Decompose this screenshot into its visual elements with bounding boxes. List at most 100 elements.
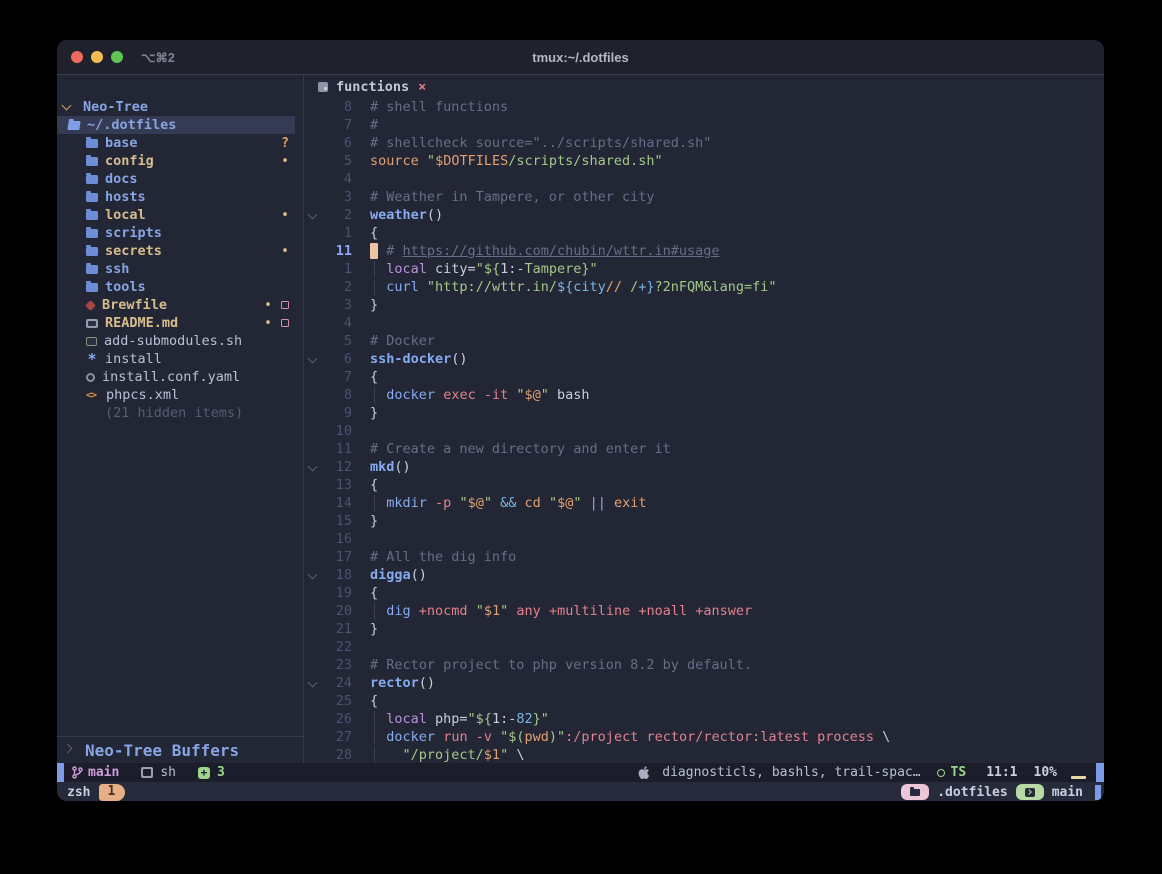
sidebar-item-docs[interactable]: docs [57,170,303,188]
indent-guide [374,495,375,511]
code-line[interactable]: 5source "$DOTFILES/scripts/shared.sh" [304,152,1104,170]
code-token: # All the dig info [370,549,516,565]
fold-column [304,548,320,566]
code-token: dig [386,603,410,619]
tab-functions[interactable]: functions [336,79,409,95]
fold-column [304,152,320,170]
code-line[interactable]: 1{ [304,224,1104,242]
code-line[interactable]: 5# Docker [304,332,1104,350]
sidebar-item-readme-md[interactable]: README.md• [57,314,303,332]
item-badges: • [281,154,289,169]
code-line[interactable]: 14 mkdir -p "$@" && cd "$@" || exit [304,494,1104,512]
fold-column [304,170,320,188]
line-text [370,422,1104,440]
line-number: 10 [320,422,352,440]
code-line[interactable]: 3} [304,296,1104,314]
code-line[interactable]: 19{ [304,584,1104,602]
code-token [492,729,500,745]
code-line[interactable]: 13{ [304,476,1104,494]
code-line[interactable]: 24rector() [304,674,1104,692]
code-line[interactable]: 2 curl "http://wttr.in/${city// /+}?2nFQ… [304,278,1104,296]
terminal-icon [1025,788,1035,797]
line-number: 6 [320,134,352,152]
sidebar-item-brewfile[interactable]: Brewfile• [57,296,303,314]
sidebar-item-add-submodules-sh[interactable]: add-submodules.sh [57,332,303,350]
sidebar-item-phpcs-xml[interactable]: <>phpcs.xml [57,386,303,404]
fold-chevron-icon[interactable] [307,569,317,579]
code-line[interactable]: 10 [304,422,1104,440]
code-token: "/project/ [403,747,484,763]
code-line[interactable]: 28 "/project/$1" \ [304,746,1104,763]
code-line[interactable]: 9} [304,404,1104,422]
fold-column [304,530,320,548]
code-token: mkd [370,459,394,475]
code-line[interactable]: 26 local php="${1:-82}" [304,710,1104,728]
code-line[interactable]: 3# Weather in Tampere, or other city [304,188,1104,206]
code-token: https://github.com/chubin/wttr.in#usage [403,243,720,259]
sidebar-item-secrets[interactable]: secrets• [57,242,303,260]
code-token: $DOTFILES [435,153,508,169]
code-line[interactable]: 7# [304,116,1104,134]
buffer-icon [318,82,328,92]
neo-tree-buffers-section[interactable]: Neo-Tree Buffers [57,736,303,763]
code-token: :/project rector/rector:latest process [565,729,874,745]
fold-chevron-icon[interactable] [307,677,317,687]
statusline: main sh + 3 diagnosticls, bashls, trail-… [57,763,1104,782]
line-number: 15 [320,512,352,530]
close-icon[interactable]: × [418,79,426,95]
neo-tree-header[interactable]: Neo-Tree [57,98,303,116]
sidebar-item-root[interactable]: ~/.dotfiles [57,116,295,134]
code-line[interactable]: 11# Create a new directory and enter it [304,440,1104,458]
code-line[interactable]: 4 [304,170,1104,188]
code-line[interactable]: 1 local city="${1:-Tampere}" [304,260,1104,278]
tmux-window-index[interactable]: 1 [99,784,125,801]
code-line[interactable]: 16 [304,530,1104,548]
code-line[interactable]: 2weather() [304,206,1104,224]
fold-chevron-icon[interactable] [307,209,317,219]
code-line[interactable]: 6ssh-docker() [304,350,1104,368]
code-line[interactable]: 6# shellcheck source="../scripts/shared.… [304,134,1104,152]
code-line[interactable]: 25{ [304,692,1104,710]
sidebar-item-scripts[interactable]: scripts [57,224,303,242]
sidebar-item-install-conf-yaml[interactable]: install.conf.yaml [57,368,303,386]
code-line[interactable]: 8 docker exec -it "$@" bash [304,386,1104,404]
sidebar-item-install[interactable]: *install [57,350,303,368]
code-token: } [370,405,378,421]
code-line[interactable]: 23# Rector project to php version 8.2 by… [304,656,1104,674]
code-line[interactable]: 4 [304,314,1104,332]
sidebar-item-base[interactable]: base? [57,134,303,152]
line-text: dig +nocmd "$1" any +multiline +noall +a… [370,602,1104,620]
sidebar-item-label: phpcs.xml [106,387,179,403]
sidebar-item-tools[interactable]: tools [57,278,303,296]
code-token [541,603,549,619]
fold-column [304,746,320,763]
code-token: -v [476,729,492,745]
git-branch-name: main [88,765,119,780]
code-line[interactable]: 7{ [304,368,1104,386]
code-line[interactable]: 27 docker run -v "$(pwd)":/project recto… [304,728,1104,746]
sidebar-item-21-hidden-items[interactable]: (21 hidden items) [57,404,303,422]
code-line[interactable]: 15} [304,512,1104,530]
code-line[interactable]: 20 dig +nocmd "$1" any +multiline +noall… [304,602,1104,620]
code-token: " [476,603,484,619]
code-line[interactable]: 22 [304,638,1104,656]
code-line[interactable]: 18digga() [304,566,1104,584]
sidebar-item-local[interactable]: local• [57,206,303,224]
code-token [427,495,435,511]
sidebar-item-hosts[interactable]: hosts [57,188,303,206]
code-line[interactable]: 21} [304,620,1104,638]
fold-chevron-icon[interactable] [307,461,317,471]
sidebar-item-config[interactable]: config• [57,152,303,170]
code-line[interactable]: 8# shell functions [304,98,1104,116]
folder-icon [86,247,98,256]
code-line[interactable]: 11 # https://github.com/chubin/wttr.in#u… [304,242,1104,260]
code-token: " [516,387,524,403]
desktop: ⌥⌘2 tmux:~/.dotfiles Neo-Tree ~/.dotfile… [0,0,1162,874]
code-line[interactable]: 12mkd() [304,458,1104,476]
line-number: 4 [320,170,352,188]
fold-chevron-icon[interactable] [307,353,317,363]
indent-guide [374,387,375,403]
sidebar-item-ssh[interactable]: ssh [57,260,303,278]
tmux-status-bar: zsh 1 .dotfiles main [57,782,1104,801]
code-line[interactable]: 17# All the dig info [304,548,1104,566]
